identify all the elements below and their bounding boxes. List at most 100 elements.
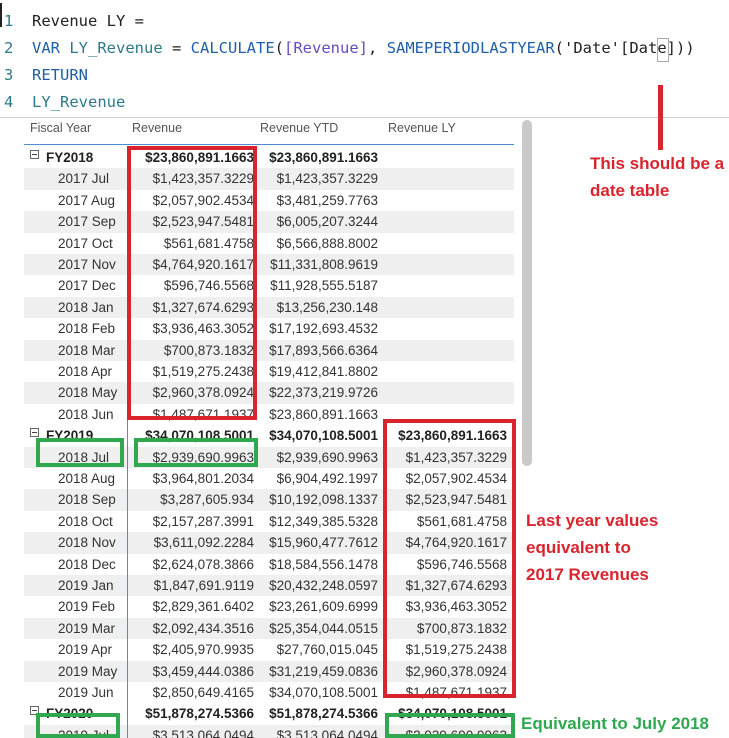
row-label: 2018 Apr (58, 364, 113, 379)
table-row[interactable]: 2018 May $2,960,378.0924 $22,373,219.9726 (24, 382, 514, 404)
header-revenue-ytd[interactable]: Revenue YTD (260, 121, 338, 135)
collapse-icon[interactable] (30, 150, 39, 159)
row-label: 2018 Jan (58, 299, 114, 315)
row-label: 2018 Aug (58, 471, 116, 486)
row-label: 2019 May (58, 663, 118, 679)
cell-value: $3,513,064.0494 (152, 727, 254, 738)
table-row[interactable]: 2017 Nov $4,764,920.1617 $11,331,808.9619 (24, 254, 514, 276)
header-revenue[interactable]: Revenue (132, 121, 182, 135)
cell-value: $10,192,098.1337 (269, 492, 378, 508)
highlight-2018-jul-label (36, 438, 124, 467)
cell-value: $27,760,015.045 (276, 642, 378, 658)
cell-value: $3,459,444.0386 (152, 663, 254, 679)
cell-value: $13,256,230.148 (276, 299, 378, 315)
cell-value: $15,960,477.7612 (269, 535, 378, 551)
header-revenue-ly[interactable]: Revenue LY (388, 121, 456, 135)
formula-line-2: 2 VAR LY_Revenue = CALCULATE([Revenue], S… (4, 39, 695, 57)
bracket-match (657, 38, 669, 62)
row-label: FY2018 (46, 150, 94, 165)
cell-value: $20,432,248.0597 (269, 578, 378, 593)
row-label: 2018 Dec (58, 556, 116, 572)
note-equivalent-july: Equivalent to July 2018 (521, 714, 710, 733)
row-label: 2018 Jun (58, 406, 114, 422)
cell-value: $34,070,108.5001 (269, 428, 378, 444)
vertical-scrollbar[interactable] (522, 120, 532, 466)
row-label: 2017 Sep (58, 214, 116, 230)
cell-value: $3,287,605.934 (160, 492, 254, 508)
cell-value: $11,928,555.5187 (270, 278, 378, 294)
table-row[interactable]: 2018 Feb $3,936,463.3052 $17,192,693.4532 (24, 318, 514, 339)
cell-value: $18,584,556.1478 (269, 556, 378, 572)
table-row[interactable]: 2017 Sep $2,523,947.5481 $6,005,207.3244 (24, 211, 514, 233)
row-label: 2019 Feb (58, 599, 116, 615)
row-label: 2017 Dec (58, 278, 116, 294)
row-label: 2019 Jan (58, 578, 114, 593)
cell-value: $1,423,357.3229 (276, 171, 378, 187)
cell-value: $3,513,064.0494 (276, 727, 378, 738)
row-label: 2018 Feb (58, 321, 116, 337)
cell-value: $17,893,566.6364 (269, 342, 378, 358)
cell-value: $2,829,361.6402 (152, 599, 254, 615)
row-label: 2017 Aug (58, 192, 116, 208)
cell-value: $51,878,274.5366 (269, 706, 378, 722)
row-label: 2018 May (58, 385, 118, 401)
cell-value: $23,860,891.1663 (269, 406, 378, 422)
cell-value: $6,566,888.8002 (276, 235, 378, 251)
cell-value: $6,904,492.1997 (276, 471, 378, 486)
cell-value: $23,860,891.1663 (269, 150, 378, 165)
cell-value: $23,261,609.6999 (269, 599, 378, 615)
table-row[interactable]: 2017 Oct $561,681.4758 $6,566,888.8002 (24, 233, 514, 254)
cell-value: $3,611,092.2284 (153, 535, 254, 551)
table-header: Fiscal Year Revenue Revenue YTD Revenue … (24, 117, 514, 145)
row-label: 2019 Jun (58, 685, 114, 700)
cell-value: $2,092,434.3516 (152, 620, 254, 636)
column-divider (127, 417, 128, 738)
table-row[interactable]: 2017 Dec $596,746.5568 $11,928,555.5187 (24, 275, 514, 296)
highlight-2018-jul-revenue (134, 438, 258, 467)
row-label: 2018 Sep (58, 492, 116, 508)
cell-value: $2,939,690.9963 (276, 449, 378, 465)
formula-line-3: 3 RETURN (4, 66, 88, 84)
cell-value: $6,005,207.3244 (276, 214, 378, 230)
cell-value: $11,331,808.9619 (270, 257, 378, 272)
header-fiscal-year[interactable]: Fiscal Year (30, 121, 91, 135)
cell-value: $1,847,691.9119 (153, 578, 254, 593)
cell-value: $17,192,693.4532 (269, 321, 378, 337)
cell-value: $34,070,108.5001 (269, 685, 378, 700)
formula-editor[interactable]: 1 Revenue LY = 2 VAR LY_Revenue = CALCULAT… (0, 0, 729, 118)
note-date-table: This should be a date table (590, 154, 725, 200)
row-label: 2019 Apr (58, 642, 113, 658)
cell-value: $31,219,459.0836 (269, 663, 378, 679)
cell-value: $22,373,219.9726 (269, 385, 378, 401)
cell-value: $51,878,274.5366 (145, 706, 254, 722)
cell-value: $19,412,841.8802 (269, 364, 378, 379)
group-row[interactable]: FY2018 $23,860,891.1663 $23,860,891.1663 (24, 147, 514, 168)
cell-value: $3,964,801.2034 (152, 471, 254, 486)
highlight-fy2019-revenue-ly (383, 419, 516, 698)
cell-value: $2,405,970.9935 (152, 642, 254, 658)
table-row[interactable]: 2018 Mar $700,873.1832 $17,893,566.6364 (24, 339, 514, 361)
cell-value: $2,624,078.3866 (152, 556, 254, 572)
table-row[interactable]: 2018 Apr $1,519,275.2438 $19,412,841.8802 (24, 361, 514, 382)
highlight-2019-jul-label (36, 713, 120, 738)
row-label: 2017 Jul (58, 171, 110, 187)
cell-value: $25,354,044.0515 (269, 620, 378, 636)
arrow-line (658, 85, 663, 150)
collapse-icon[interactable] (30, 428, 39, 438)
row-label: 2017 Oct (58, 235, 113, 251)
row-label: 2019 Mar (58, 620, 116, 636)
cell-value: $2,850,649.4165 (152, 685, 254, 700)
note-last-year-values: Last year values equivalent to 2017 Reve… (526, 511, 659, 584)
row-label: 2018 Mar (58, 342, 116, 358)
formula-line-1: 1 Revenue LY = (4, 12, 144, 30)
table-row[interactable]: 2018 Jan $1,327,674.6293 $13,256,230.148 (24, 296, 514, 319)
highlight-2019-jul-revenue-ly (385, 713, 515, 738)
highlight-fy2018-revenue (127, 146, 257, 420)
table-row[interactable]: 2017 Aug $2,057,902.4534 $3,481,259.7763 (24, 190, 514, 211)
formula-line-4: 4 LY_Revenue (4, 93, 126, 111)
row-label: 2018 Nov (58, 535, 116, 551)
cell-value: $2,157,287.3991 (152, 513, 254, 529)
table-row[interactable]: 2017 Jul $1,423,357.3229 $1,423,357.3229 (24, 168, 514, 190)
row-label: 2017 Nov (58, 257, 116, 272)
cell-value: $12,349,385.5328 (269, 513, 378, 529)
